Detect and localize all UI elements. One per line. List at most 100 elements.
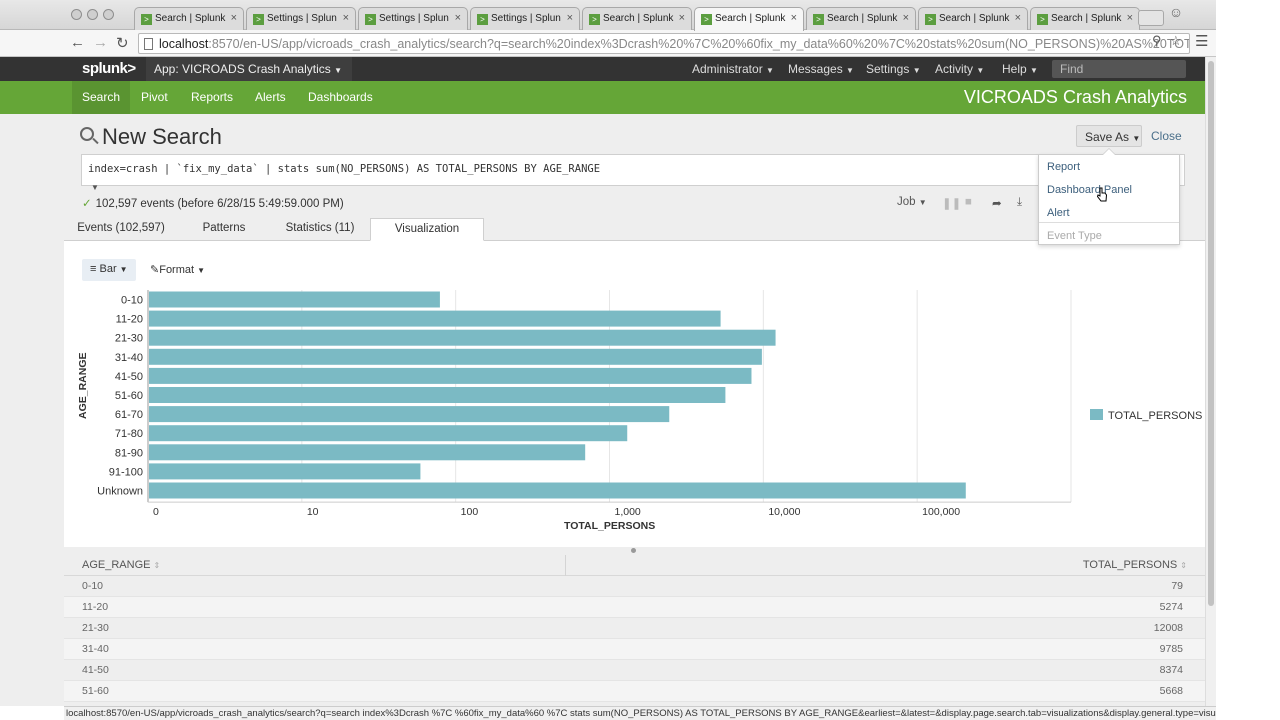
- find-input[interactable]: Find: [1052, 60, 1186, 78]
- close-tab-icon[interactable]: ×: [343, 12, 349, 24]
- splunkbar-menu-3[interactable]: Activity ▼: [935, 62, 984, 76]
- browser-tab-label: Search | Splunk: [155, 13, 226, 24]
- legend-label: TOTAL_PERSONS: [1108, 410, 1203, 422]
- table-cell-age-range: 21-30: [82, 622, 109, 634]
- bookmark-star-icon[interactable]: ☆: [1170, 33, 1182, 49]
- table-cell-age-range: 31-40: [82, 643, 109, 655]
- format-label: Format: [159, 264, 195, 276]
- table-row[interactable]: 51-60 5668: [64, 681, 1205, 702]
- save-menu-item-1[interactable]: Dashboard Panel: [1047, 184, 1132, 196]
- result-tab-3[interactable]: Visualization: [370, 218, 484, 241]
- export-icon[interactable]: ⤓: [1017, 196, 1022, 209]
- chevron-down-icon: ▼: [846, 66, 854, 75]
- chart-type-button[interactable]: ≡ Bar ▼: [82, 259, 136, 281]
- splunkbar-menu-2[interactable]: Settings ▼: [866, 62, 921, 76]
- table-cell-age-range: 11-20: [82, 601, 109, 613]
- browser-tab[interactable]: > Search | Splunk ×: [134, 7, 244, 30]
- browser-tab[interactable]: > Search | Splunk ×: [1030, 7, 1140, 30]
- splunkbar-menu-0[interactable]: Administrator ▼: [692, 62, 774, 76]
- save-as-button[interactable]: Save As ▼: [1076, 125, 1142, 147]
- app-nav-reports[interactable]: Reports: [181, 81, 243, 114]
- browser-tab-label: Search | Splunk: [939, 13, 1010, 24]
- browser-tab-label: Search | Splunk: [715, 13, 786, 24]
- window-close-control[interactable]: [71, 9, 82, 20]
- table-row[interactable]: 0-10 79: [64, 576, 1205, 597]
- browser-tab[interactable]: > Settings | Splun ×: [358, 7, 468, 30]
- browser-tab-label: Settings | Splun: [491, 13, 561, 24]
- job-menu[interactable]: Job ▼: [897, 196, 927, 208]
- splunkbar-menu-1[interactable]: Messages ▼: [788, 62, 854, 76]
- app-nav-search[interactable]: Search: [72, 81, 131, 114]
- profile-icon[interactable]: ☺: [1166, 4, 1186, 24]
- close-tab-icon[interactable]: ×: [1015, 12, 1021, 24]
- save-menu-item-2[interactable]: Alert: [1047, 207, 1070, 219]
- events-status-text: 102,597 events (before 6/28/15 5:49:59.0…: [95, 198, 344, 210]
- save-as-menu: Report Dashboard Panel Alert Event Type: [1038, 148, 1180, 245]
- splunkbar-menu-label: Activity: [935, 62, 974, 76]
- close-tab-icon[interactable]: ×: [231, 12, 237, 24]
- format-button[interactable]: ✎Format ▼: [150, 263, 205, 276]
- column-header-age-range[interactable]: AGE_RANGE ⇕: [82, 559, 160, 571]
- url-bar[interactable]: localhost:8570/en-US/app/vicroads_crash_…: [138, 33, 1190, 54]
- forward-arrow-icon[interactable]: →: [93, 34, 108, 51]
- chart-type-label: Bar: [99, 263, 117, 275]
- reload-icon[interactable]: ↻: [116, 34, 129, 52]
- app-nav-alerts[interactable]: Alerts: [245, 81, 296, 114]
- browser-tab[interactable]: > Search | Splunk ×: [918, 7, 1028, 30]
- check-icon: ✓: [82, 198, 92, 210]
- close-tab-icon[interactable]: ×: [1127, 12, 1133, 24]
- splunk-logo[interactable]: splunk>: [82, 60, 136, 77]
- splunkbar-menu-label: Messages: [788, 62, 843, 76]
- app-menu[interactable]: App: VICROADS Crash Analytics ▼: [146, 57, 352, 81]
- close-link[interactable]: Close: [1151, 129, 1182, 143]
- browser-tab[interactable]: > Search | Splunk ×: [582, 7, 692, 30]
- table-cell-total-persons: 5668: [1159, 685, 1183, 697]
- splunk-favicon-icon: >: [701, 14, 712, 25]
- page-scrollbar[interactable]: [1205, 57, 1216, 706]
- zoom-magnifier-icon[interactable]: ⚲: [1152, 33, 1162, 49]
- browser-tab-label: Settings | Splun: [379, 13, 449, 24]
- splunk-favicon-icon: >: [477, 14, 488, 25]
- table-row[interactable]: 11-20 5274: [64, 597, 1205, 618]
- browser-tab-label: Search | Splunk: [603, 13, 674, 24]
- result-tab-1[interactable]: Patterns: [188, 218, 260, 241]
- chevron-down-icon: ▼: [766, 66, 774, 75]
- close-tab-icon[interactable]: ×: [679, 12, 685, 24]
- app-nav-dashboards[interactable]: Dashboards: [298, 81, 383, 114]
- app-nav-pivot[interactable]: Pivot: [131, 81, 178, 114]
- save-menu-item-0[interactable]: Report: [1047, 161, 1080, 173]
- browser-menu-icon[interactable]: ☰: [1195, 32, 1208, 50]
- result-tab-0[interactable]: Events (102,597): [64, 218, 178, 241]
- splunkbar-menu-4[interactable]: Help ▼: [1002, 62, 1038, 76]
- window-zoom-control[interactable]: [103, 9, 114, 20]
- x-axis-title: TOTAL_PERSONS: [564, 520, 656, 532]
- table-row[interactable]: 41-50 8374: [64, 660, 1205, 681]
- browser-tab[interactable]: > Settings | Splun ×: [470, 7, 580, 30]
- column-header-total-persons[interactable]: TOTAL_PERSONS ⇕: [1083, 559, 1187, 571]
- share-icon[interactable]: ➦: [992, 196, 1002, 210]
- scrollbar-thumb[interactable]: [1208, 61, 1214, 606]
- stop-icon[interactable]: ■: [965, 196, 972, 208]
- new-tab-button[interactable]: [1138, 10, 1164, 26]
- browser-tab[interactable]: > Search | Splunk ×: [694, 7, 804, 31]
- result-tab-2[interactable]: Statistics (11): [272, 218, 368, 241]
- window-minimize-control[interactable]: [87, 9, 98, 20]
- job-label: Job: [897, 196, 916, 208]
- resize-handle[interactable]: [631, 548, 636, 553]
- pause-icon[interactable]: ❚❚: [942, 196, 961, 210]
- table-row[interactable]: 21-30 12008: [64, 618, 1205, 639]
- y-axis-title: AGE_RANGE: [77, 352, 89, 419]
- browser-tab[interactable]: > Search | Splunk ×: [806, 7, 916, 30]
- pencil-icon: ✎: [150, 264, 160, 276]
- search-query-input[interactable]: index=crash | `fix_my_data` | stats sum(…: [81, 154, 1185, 186]
- splunk-favicon-icon: >: [365, 14, 376, 25]
- close-tab-icon[interactable]: ×: [791, 12, 797, 24]
- splunk-favicon-icon: >: [141, 14, 152, 25]
- expand-query-icon[interactable]: ▼: [91, 183, 99, 192]
- close-tab-icon[interactable]: ×: [903, 12, 909, 24]
- back-arrow-icon[interactable]: ←: [70, 34, 85, 51]
- close-tab-icon[interactable]: ×: [567, 12, 573, 24]
- browser-tab[interactable]: > Settings | Splun ×: [246, 7, 356, 30]
- table-row[interactable]: 31-40 9785: [64, 639, 1205, 660]
- close-tab-icon[interactable]: ×: [455, 12, 461, 24]
